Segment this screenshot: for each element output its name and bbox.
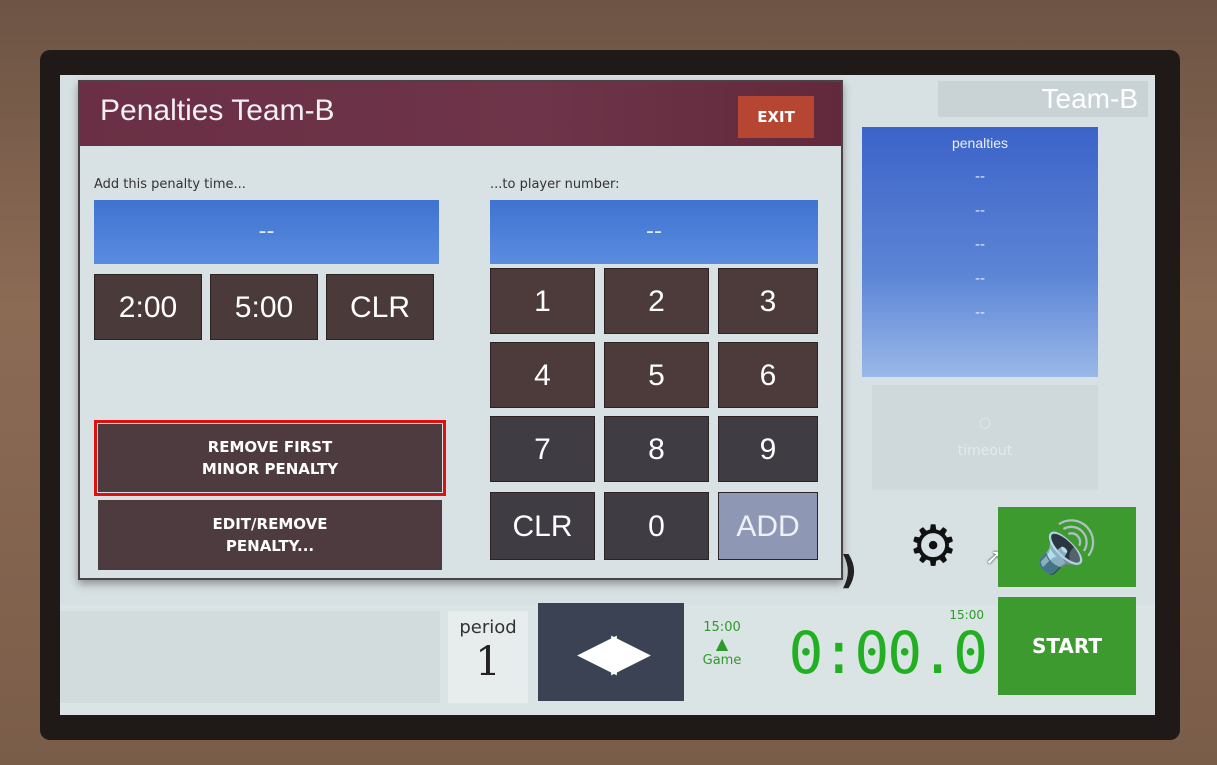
penalty-slot: -- [974,237,986,253]
clock-value: 0:00.0 [788,619,988,687]
dialog-header: Penalties Team-B EXIT [80,82,841,146]
penalty-slot: -- [974,305,986,321]
game-label: Game [702,653,742,668]
sound-button[interactable]: 🔊 [998,507,1136,587]
edit-remove-line1: EDIT/REMOVE [212,515,328,533]
time-2min-button[interactable]: 2:00 [94,274,202,340]
penalty-slot: -- [974,203,986,219]
left-right-arrows-icon: ◀▶ [577,622,651,682]
settings-gear-icon[interactable]: ⚙ [908,507,988,587]
timeout-button[interactable]: ○ timeout [872,385,1098,490]
up-triangle-icon: ▲ [715,634,729,653]
penalties-header: penalties [951,135,1009,151]
team-b-title: Team-B [938,81,1148,117]
keypad-2[interactable]: 2 [604,268,709,334]
team-a-score-area [60,611,440,703]
game-time-top: 15:00 [703,620,741,635]
keypad-clear-button[interactable]: CLR [490,492,595,560]
player-number-display[interactable]: -- [490,200,818,264]
penalty-slot: -- [974,169,986,185]
period-value: 1 [475,639,501,685]
keypad-8[interactable]: 8 [604,416,709,482]
penalties-dialog: Penalties Team-B EXIT Add this penalty t… [78,80,843,580]
exit-button[interactable]: EXIT [738,96,814,138]
keypad-0[interactable]: 0 [604,492,709,560]
start-button[interactable]: START [998,597,1136,695]
keypad-5[interactable]: 5 [604,342,709,408]
game-clock: 15:00 0:00.0 [760,605,990,703]
keypad-6[interactable]: 6 [718,342,818,408]
time-5min-button[interactable]: 5:00 [210,274,318,340]
timeout-label: timeout [957,443,1013,459]
add-penalty-button[interactable]: ADD [718,492,818,560]
touch-screen: Team-B penalties -- -- -- -- -- ○ timeou… [60,75,1155,715]
timeout-indicator-icon: ○ [978,415,992,431]
penalty-slot: -- [974,271,986,287]
clock-direction-button[interactable]: ◀▶ [538,603,684,701]
penalty-list-panel: penalties -- -- -- -- -- [862,127,1098,377]
undo-arc-icon[interactable]: ) [840,545,870,595]
player-number-label: ...to player number: [490,177,620,192]
keypad-7[interactable]: 7 [490,416,595,482]
keypad-3[interactable]: 3 [718,268,818,334]
penalty-time-label: Add this penalty time... [94,177,246,192]
keypad-4[interactable]: 4 [490,342,595,408]
edit-remove-penalty-button[interactable]: EDIT/REMOVE PENALTY... [98,500,442,570]
time-clear-button[interactable]: CLR [326,274,434,340]
keypad-9[interactable]: 9 [718,416,818,482]
penalty-time-display[interactable]: -- [94,200,439,264]
period-label: period [459,617,517,638]
game-time-info: 15:00 ▲ Game [692,620,752,700]
highlight-box [94,420,446,496]
edit-remove-line2: PENALTY... [225,537,315,555]
keypad-1[interactable]: 1 [490,268,595,334]
period-display[interactable]: period 1 [448,611,528,703]
dialog-title: Penalties Team-B [100,94,335,127]
speaker-icon: 🔊 [1035,518,1099,576]
